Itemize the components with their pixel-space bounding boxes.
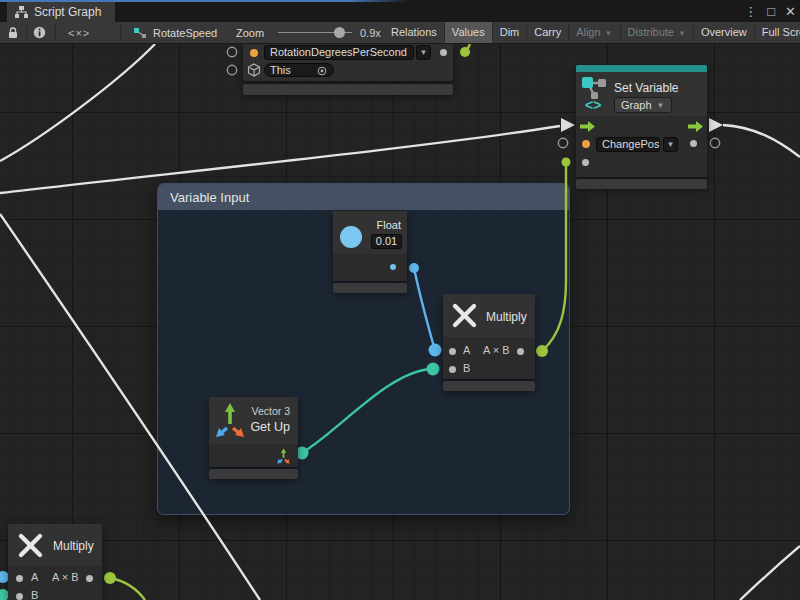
float-icon <box>340 226 362 248</box>
vector3-out-port-icon[interactable] <box>276 448 291 464</box>
graph-toolbar: <×> RotateSpeed Zoom 0.9x Relations Valu… <box>0 22 800 44</box>
node-get-variable-footer[interactable] <box>243 84 453 95</box>
port-label-b: B <box>31 589 38 600</box>
tab-title: Script Graph <box>34 5 101 19</box>
script-graph-window: Variable Input <box>0 0 800 600</box>
output-port[interactable] <box>86 575 93 582</box>
value-out-port[interactable] <box>390 264 396 270</box>
node-float-footer[interactable] <box>333 283 407 293</box>
node-multiply-bottom[interactable]: Multiply A A × B B <box>8 524 102 600</box>
input-port-a[interactable] <box>16 575 23 582</box>
port-label-a: A <box>463 344 470 356</box>
control-in-port[interactable] <box>579 120 596 133</box>
value-in-port[interactable] <box>582 159 589 166</box>
target-value: This <box>270 64 291 77</box>
toolbar-button-distribute[interactable]: Distribute▼ <box>621 22 693 43</box>
toolbar-button-align[interactable]: Align▼ <box>569 22 619 43</box>
output-port[interactable] <box>517 348 524 355</box>
script-graph-icon <box>15 6 28 18</box>
lock-icon[interactable] <box>6 26 20 40</box>
variable-name-value: ChangePos <box>602 138 660 151</box>
zoom-value: 0.9x <box>360 22 381 43</box>
zoom-slider-handle[interactable] <box>334 27 345 38</box>
variable-name-dropdown[interactable]: ChangePos <box>596 137 660 152</box>
tab-bar: Script Graph ⋮ □ ✕ <box>0 0 800 22</box>
node-vector3-footer[interactable] <box>209 469 298 479</box>
gameobject-cube-icon <box>247 63 261 77</box>
node-float-literal[interactable]: Float 0.01 <box>333 211 407 281</box>
port-label-out: A × B <box>483 344 510 356</box>
variable-scope-dropdown[interactable]: Graph ▼ <box>614 97 672 113</box>
target-field[interactable]: This <box>264 63 334 77</box>
node-title: Get Up <box>250 420 290 434</box>
graph-node-icon <box>133 27 147 39</box>
zoom-slider[interactable] <box>278 32 352 33</box>
node-multiply-center-footer[interactable] <box>443 381 535 391</box>
control-out-port[interactable] <box>687 120 704 133</box>
variable-name-dropdown[interactable]: RotationDegreesPerSecond <box>264 45 414 60</box>
chevron-down-icon: ▼ <box>605 29 613 38</box>
node-vector3-get-up[interactable]: Vector 3 Get Up <box>209 397 298 467</box>
node-set-variable-footer[interactable] <box>576 179 707 189</box>
set-variable-accent-bar <box>576 65 707 72</box>
port-label-out: A × B <box>52 571 79 583</box>
code-view-icon[interactable]: <×> <box>68 22 90 43</box>
tab-script-graph[interactable]: Script Graph <box>7 2 115 22</box>
variable-name-value: RotationDegreesPerSecond <box>270 46 407 59</box>
object-picker-icon[interactable] <box>317 66 327 76</box>
scope-value: Graph <box>621 99 652 111</box>
node-title: Multiply <box>486 310 527 324</box>
port-label-a: A <box>31 571 38 583</box>
group-header[interactable]: Variable Input <box>158 184 569 210</box>
group-title: Variable Input <box>170 190 249 205</box>
menu-icon[interactable]: ⋮ <box>744 4 757 19</box>
port-label-b: B <box>463 362 470 374</box>
vector3-icon <box>215 402 245 438</box>
graph-name-button[interactable]: RotateSpeed <box>133 22 217 43</box>
maximize-icon[interactable]: □ <box>767 4 775 19</box>
node-get-variable[interactable]: RotationDegreesPerSecond ▼ This <box>243 44 453 81</box>
chevron-down-icon: ▼ <box>678 29 686 38</box>
set-variable-icon: <> <box>581 76 609 112</box>
toolbar-button-overview[interactable]: Overview <box>694 22 754 43</box>
float-value: 0.01 <box>376 235 397 247</box>
node-set-variable[interactable]: <> Set Variable Graph ▼ ChangePos ▼ <box>576 65 707 177</box>
value-out-port[interactable] <box>690 140 697 147</box>
node-title: Set Variable <box>614 81 678 95</box>
zoom-label: Zoom <box>236 22 264 43</box>
chevron-down-icon[interactable]: ▼ <box>416 45 431 60</box>
chevron-down-icon[interactable]: ▼ <box>663 137 678 152</box>
graph-name: RotateSpeed <box>153 27 217 39</box>
node-title: Multiply <box>53 539 94 553</box>
input-port-b[interactable] <box>16 593 23 600</box>
node-title: Float <box>377 219 401 231</box>
variable-port-icon[interactable] <box>250 49 258 57</box>
node-type-label: Vector 3 <box>251 405 290 417</box>
variable-port-icon[interactable] <box>582 140 590 148</box>
close-icon[interactable]: ✕ <box>785 4 796 19</box>
multiply-icon <box>451 302 478 329</box>
value-out-port[interactable] <box>440 49 447 56</box>
info-icon[interactable] <box>33 26 46 39</box>
chevron-down-icon: ▼ <box>657 101 665 110</box>
node-multiply-center[interactable]: Multiply A A × B B <box>443 294 535 379</box>
svg-text:<>: <> <box>585 97 601 112</box>
multiply-icon <box>17 532 44 559</box>
input-port-b[interactable] <box>449 366 456 373</box>
toolbar-button-fullscreen[interactable]: Full Screen <box>755 22 800 43</box>
toolbar-button-dim[interactable]: Dim <box>493 22 527 43</box>
toolbar-button-carry[interactable]: Carry <box>527 22 568 43</box>
float-value-field[interactable]: 0.01 <box>371 234 402 249</box>
toolbar-button-values[interactable]: Values <box>445 22 492 43</box>
toolbar-button-relations[interactable]: Relations <box>384 22 444 43</box>
input-port-a[interactable] <box>449 348 456 355</box>
